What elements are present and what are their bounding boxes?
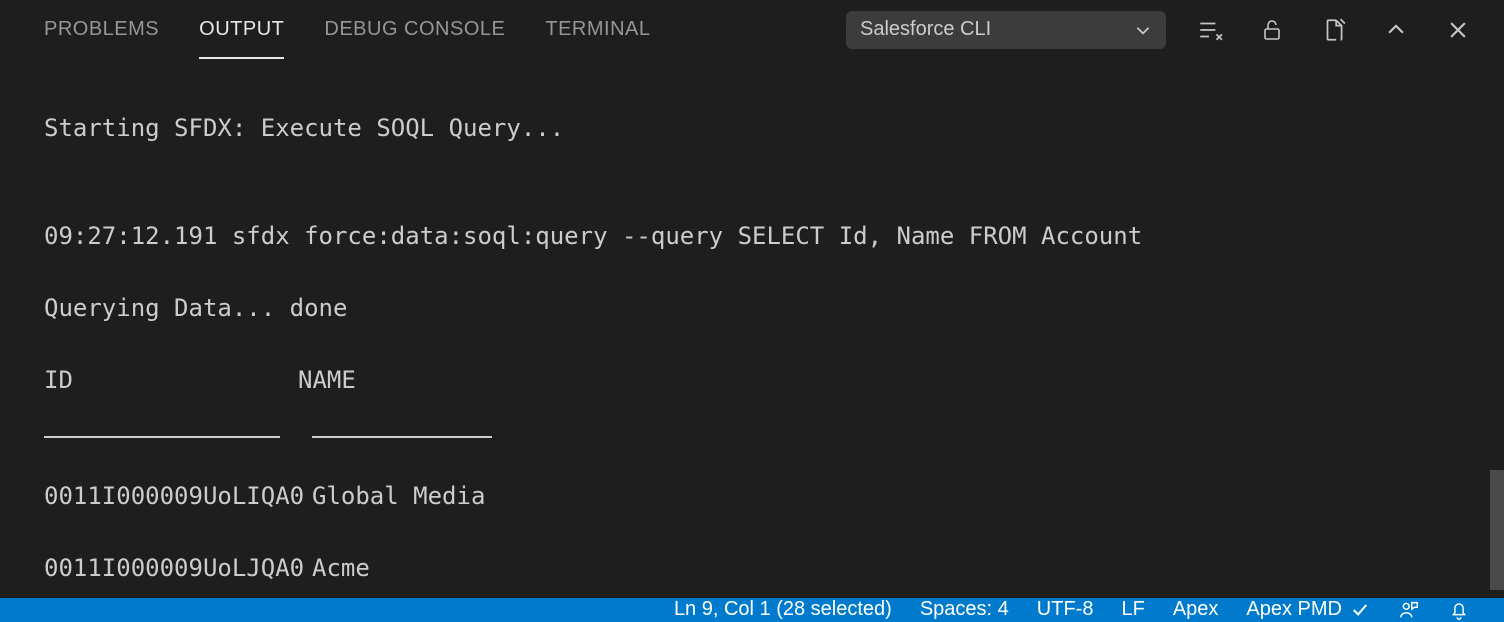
status-feedback-icon[interactable] bbox=[1384, 599, 1434, 621]
output-panel[interactable]: Starting SFDX: Execute SOQL Query... 09:… bbox=[0, 60, 1504, 598]
status-language-mode[interactable]: Apex bbox=[1159, 598, 1233, 621]
output-line: Querying Data... done bbox=[44, 290, 1504, 326]
cell-id: 0011I000009UoLIQA0 bbox=[44, 478, 312, 514]
tab-terminal[interactable]: TERMINAL bbox=[545, 0, 650, 59]
minimap-scrollbar[interactable] bbox=[1490, 470, 1504, 590]
col-header-id: ID bbox=[44, 362, 298, 398]
status-apex-pmd[interactable]: Apex PMD bbox=[1232, 598, 1384, 621]
clear-output-icon[interactable] bbox=[1196, 16, 1224, 44]
cell-id: 0011I000009UoLJQA0 bbox=[44, 550, 312, 586]
cell-name: Global Media bbox=[312, 478, 485, 514]
tab-debug-console[interactable]: DEBUG CONSOLE bbox=[324, 0, 505, 59]
status-eol[interactable]: LF bbox=[1107, 598, 1158, 621]
table-row: 0011I000009UoLJQA0Acme bbox=[44, 550, 1504, 586]
panel-tabs: PROBLEMS OUTPUT DEBUG CONSOLE TERMINAL bbox=[44, 0, 650, 59]
chevron-up-icon[interactable] bbox=[1382, 16, 1410, 44]
status-indentation[interactable]: Spaces: 4 bbox=[906, 598, 1023, 621]
table-row: 0011I000009UoLIQA0Global Media bbox=[44, 478, 1504, 514]
tab-problems[interactable]: PROBLEMS bbox=[44, 0, 159, 59]
check-icon bbox=[1350, 600, 1370, 620]
bell-icon bbox=[1448, 599, 1470, 621]
status-apex-pmd-label: Apex PMD bbox=[1246, 598, 1342, 621]
cell-name: Acme bbox=[312, 550, 370, 586]
chevron-down-icon bbox=[1134, 21, 1152, 39]
output-line: 09:27:12.191 sfdx force:data:soql:query … bbox=[44, 218, 1504, 254]
panel-header: PROBLEMS OUTPUT DEBUG CONSOLE TERMINAL S… bbox=[0, 0, 1504, 60]
output-table-header: IDNAME bbox=[44, 362, 1504, 398]
panel-header-actions bbox=[1196, 16, 1472, 44]
tab-output[interactable]: OUTPUT bbox=[199, 0, 284, 59]
status-bar: Ln 9, Col 1 (28 selected) Spaces: 4 UTF-… bbox=[0, 598, 1504, 622]
lock-scroll-icon[interactable] bbox=[1258, 16, 1286, 44]
output-line: Starting SFDX: Execute SOQL Query... bbox=[44, 110, 1504, 146]
status-cursor-position[interactable]: Ln 9, Col 1 (28 selected) bbox=[660, 598, 906, 621]
table-header-underline bbox=[44, 434, 1504, 442]
col-header-name: NAME bbox=[298, 362, 356, 398]
status-notifications-icon[interactable] bbox=[1434, 599, 1484, 621]
close-panel-icon[interactable] bbox=[1444, 16, 1472, 44]
status-encoding[interactable]: UTF-8 bbox=[1023, 598, 1108, 621]
output-channel-label: Salesforce CLI bbox=[860, 18, 1122, 41]
output-channel-select[interactable]: Salesforce CLI bbox=[846, 11, 1166, 49]
person-feedback-icon bbox=[1398, 599, 1420, 621]
open-log-file-icon[interactable] bbox=[1320, 16, 1348, 44]
